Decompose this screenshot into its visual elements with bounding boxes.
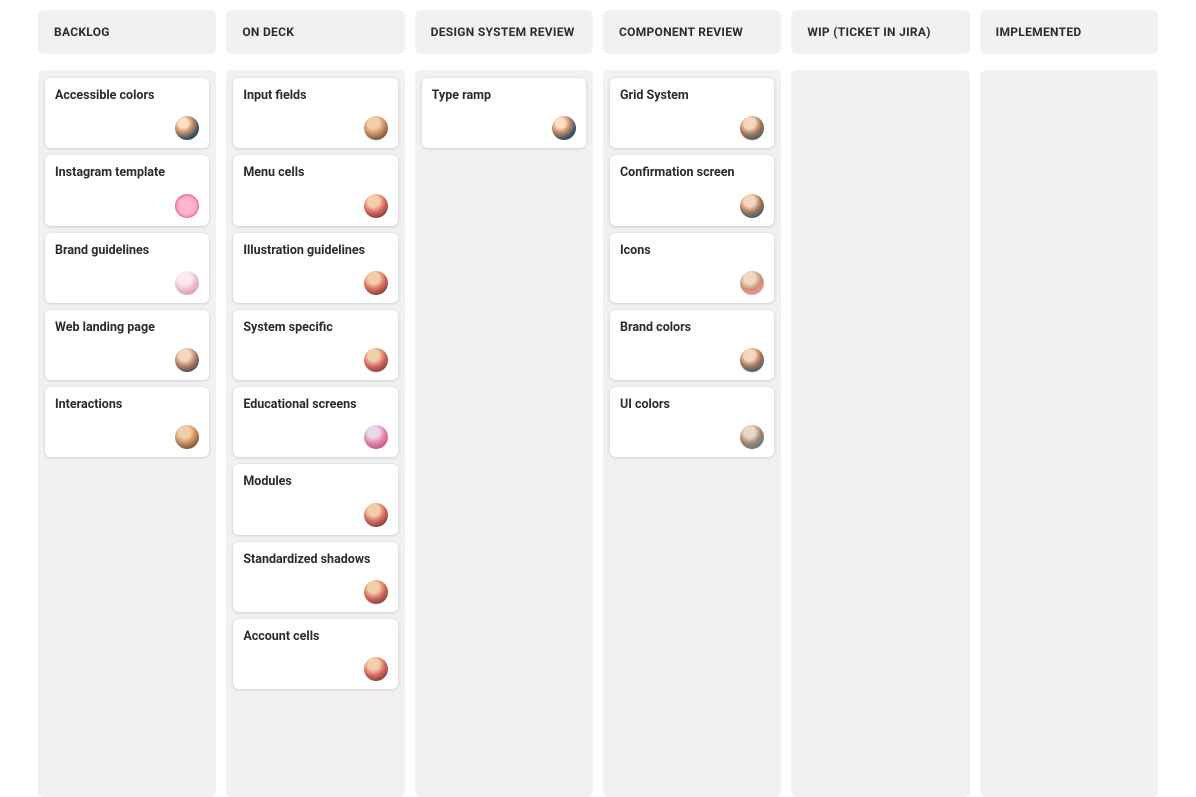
avatar-icon <box>740 194 764 218</box>
card-title: Type ramp <box>432 88 576 104</box>
avatar-icon <box>364 194 388 218</box>
card[interactable]: Grid System <box>610 78 774 148</box>
card-title: UI colors <box>620 397 764 413</box>
card-title: Input fields <box>243 88 387 104</box>
card-title: Grid System <box>620 88 764 104</box>
card-footer <box>432 116 576 140</box>
card-footer <box>620 116 764 140</box>
card-title: Instagram template <box>55 165 199 181</box>
avatar-icon <box>740 271 764 295</box>
card-footer <box>243 580 387 604</box>
avatar-icon <box>740 348 764 372</box>
card-footer <box>55 116 199 140</box>
avatar-icon <box>364 271 388 295</box>
card[interactable]: Input fields <box>233 78 397 148</box>
column-header-component-review[interactable]: COMPONENT REVIEW <box>603 10 781 54</box>
card[interactable]: Educational screens <box>233 387 397 457</box>
card[interactable]: Accessible colors <box>45 78 209 148</box>
column-header-design-system-review[interactable]: DESIGN SYSTEM REVIEW <box>415 10 593 54</box>
card[interactable]: Standardized shadows <box>233 542 397 612</box>
card-footer <box>55 348 199 372</box>
card-footer <box>620 348 764 372</box>
avatar-icon <box>364 425 388 449</box>
card-footer <box>55 271 199 295</box>
column-backlog: BACKLOG Accessible colors Instagram temp… <box>38 10 216 797</box>
card-title: Educational screens <box>243 397 387 413</box>
card-title: Interactions <box>55 397 199 413</box>
avatar-icon <box>364 348 388 372</box>
avatar-icon <box>364 580 388 604</box>
card-title: Modules <box>243 474 387 490</box>
card-footer <box>243 348 387 372</box>
avatar-icon <box>552 116 576 140</box>
card[interactable]: Confirmation screen <box>610 155 774 225</box>
card-title: Web landing page <box>55 320 199 336</box>
card-title: Menu cells <box>243 165 387 181</box>
card-title: Accessible colors <box>55 88 199 104</box>
card-footer <box>620 425 764 449</box>
card[interactable]: UI colors <box>610 387 774 457</box>
card[interactable]: System specific <box>233 310 397 380</box>
card[interactable]: Brand guidelines <box>45 233 209 303</box>
column-header-on-deck[interactable]: ON DECK <box>226 10 404 54</box>
card[interactable]: Instagram template <box>45 155 209 225</box>
card[interactable]: Illustration guidelines <box>233 233 397 303</box>
avatar-icon <box>364 503 388 527</box>
card[interactable]: Icons <box>610 233 774 303</box>
card-footer <box>620 271 764 295</box>
card-title: Standardized shadows <box>243 552 387 568</box>
column-header-backlog[interactable]: BACKLOG <box>38 10 216 54</box>
column-implemented: IMPLEMENTED <box>980 10 1158 797</box>
card[interactable]: Modules <box>233 464 397 534</box>
column-body-backlog[interactable]: Accessible colors Instagram template Bra… <box>38 70 216 797</box>
card[interactable]: Web landing page <box>45 310 209 380</box>
avatar-icon <box>364 116 388 140</box>
column-body-implemented[interactable] <box>980 70 1158 797</box>
card-footer <box>243 657 387 681</box>
kanban-board: BACKLOG Accessible colors Instagram temp… <box>0 0 1196 797</box>
column-body-on-deck[interactable]: Input fields Menu cells Illustration gui… <box>226 70 404 797</box>
card-footer <box>243 503 387 527</box>
avatar-icon <box>175 194 199 218</box>
avatar-icon <box>175 271 199 295</box>
avatar-icon <box>175 116 199 140</box>
card[interactable]: Account cells <box>233 619 397 689</box>
card-footer <box>243 116 387 140</box>
card-footer <box>243 194 387 218</box>
avatar-icon <box>175 348 199 372</box>
card-footer <box>243 425 387 449</box>
card-title: System specific <box>243 320 387 336</box>
card-footer <box>620 194 764 218</box>
avatar-icon <box>364 657 388 681</box>
column-component-review: COMPONENT REVIEW Grid System Confirmatio… <box>603 10 781 797</box>
card[interactable]: Brand colors <box>610 310 774 380</box>
avatar-icon <box>740 116 764 140</box>
column-on-deck: ON DECK Input fields Menu cells Illustra… <box>226 10 404 797</box>
card[interactable]: Menu cells <box>233 155 397 225</box>
card-title: Account cells <box>243 629 387 645</box>
card-title: Confirmation screen <box>620 165 764 181</box>
card-footer <box>243 271 387 295</box>
card-title: Icons <box>620 243 764 259</box>
column-header-wip[interactable]: WIP (TICKET IN JIRA) <box>791 10 969 54</box>
column-body-component-review[interactable]: Grid System Confirmation screen Icons Br… <box>603 70 781 797</box>
card-title: Brand colors <box>620 320 764 336</box>
card-footer <box>55 194 199 218</box>
column-header-implemented[interactable]: IMPLEMENTED <box>980 10 1158 54</box>
column-design-system-review: DESIGN SYSTEM REVIEW Type ramp <box>415 10 593 797</box>
card[interactable]: Type ramp <box>422 78 586 148</box>
card-title: Brand guidelines <box>55 243 199 259</box>
column-body-wip[interactable] <box>791 70 969 797</box>
avatar-icon <box>740 425 764 449</box>
card[interactable]: Interactions <box>45 387 209 457</box>
avatar-icon <box>175 425 199 449</box>
column-wip: WIP (TICKET IN JIRA) <box>791 10 969 797</box>
card-title: Illustration guidelines <box>243 243 387 259</box>
column-body-design-system-review[interactable]: Type ramp <box>415 70 593 797</box>
card-footer <box>55 425 199 449</box>
